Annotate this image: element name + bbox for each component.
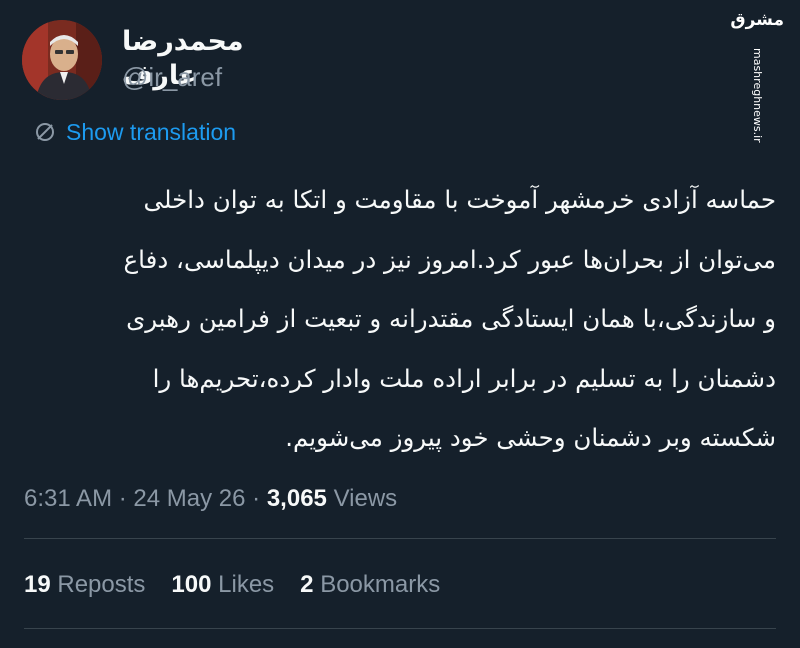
watermark-url: mashreghnews.ir <box>751 48 764 143</box>
tweet-text-line: و سازندگی،با همان ایستادگی مقتدرانه و تب… <box>126 304 776 333</box>
tweet-card: محمدرضا عارف @ir_aref مشرق mashreghnews.… <box>0 0 800 648</box>
tweet-text-line: حماسه آزادی خرمشهر آموخت با مقاومت و اتک… <box>143 185 776 214</box>
divider <box>24 538 776 539</box>
engagement-stats: 19 Reposts 100 Likes 2 Bookmarks <box>24 568 466 602</box>
tweet-text-line: می‌توان از بحران‌ها عبور کرد.امروز نیز د… <box>123 244 776 274</box>
tweet-date[interactable]: 24 May 26 <box>133 485 245 512</box>
translate-off-icon <box>36 123 54 141</box>
bookmarks-label: Bookmarks <box>320 571 441 598</box>
divider <box>24 628 776 629</box>
bookmarks-count: 2 <box>300 571 314 598</box>
avatar[interactable] <box>22 20 102 100</box>
show-translation-label: Show translation <box>66 118 237 145</box>
likes-stat[interactable]: 100 Likes <box>171 568 274 602</box>
views-label: Views <box>333 485 398 512</box>
show-translation-button[interactable]: Show translation <box>34 118 236 146</box>
watermark: مشرق mashreghnews.ir <box>730 10 790 143</box>
tweet-text-line: دشمنان را به تسلیم در برابر اراده ملت وا… <box>152 363 776 393</box>
meta-separator: · <box>252 485 261 512</box>
tweet-text: حماسه آزادی خرمشهر آموخت با مقاومت و اتک… <box>20 170 776 468</box>
reposts-stat[interactable]: 19 Reposts <box>24 568 145 602</box>
avatar-image <box>22 20 102 100</box>
reposts-label: Reposts <box>57 571 146 598</box>
author-handle[interactable]: @ir_aref <box>122 61 222 93</box>
tweet-time[interactable]: 6:31 AM <box>24 485 112 512</box>
likes-count: 100 <box>171 571 212 598</box>
meta-separator: · <box>118 485 127 512</box>
watermark-logo: مشرق <box>730 10 784 30</box>
views-count: 3,065 <box>266 485 327 512</box>
reposts-count: 19 <box>24 571 51 598</box>
likes-label: Likes <box>218 571 275 598</box>
bookmarks-stat[interactable]: 2 Bookmarks <box>300 568 440 602</box>
tweet-text-line: شکسته وبر دشمنان وحشی خود پیروز می‌شویم. <box>285 423 776 452</box>
tweet-meta: 6:31 AM · 24 May 26 · 3,065 Views <box>24 482 397 516</box>
